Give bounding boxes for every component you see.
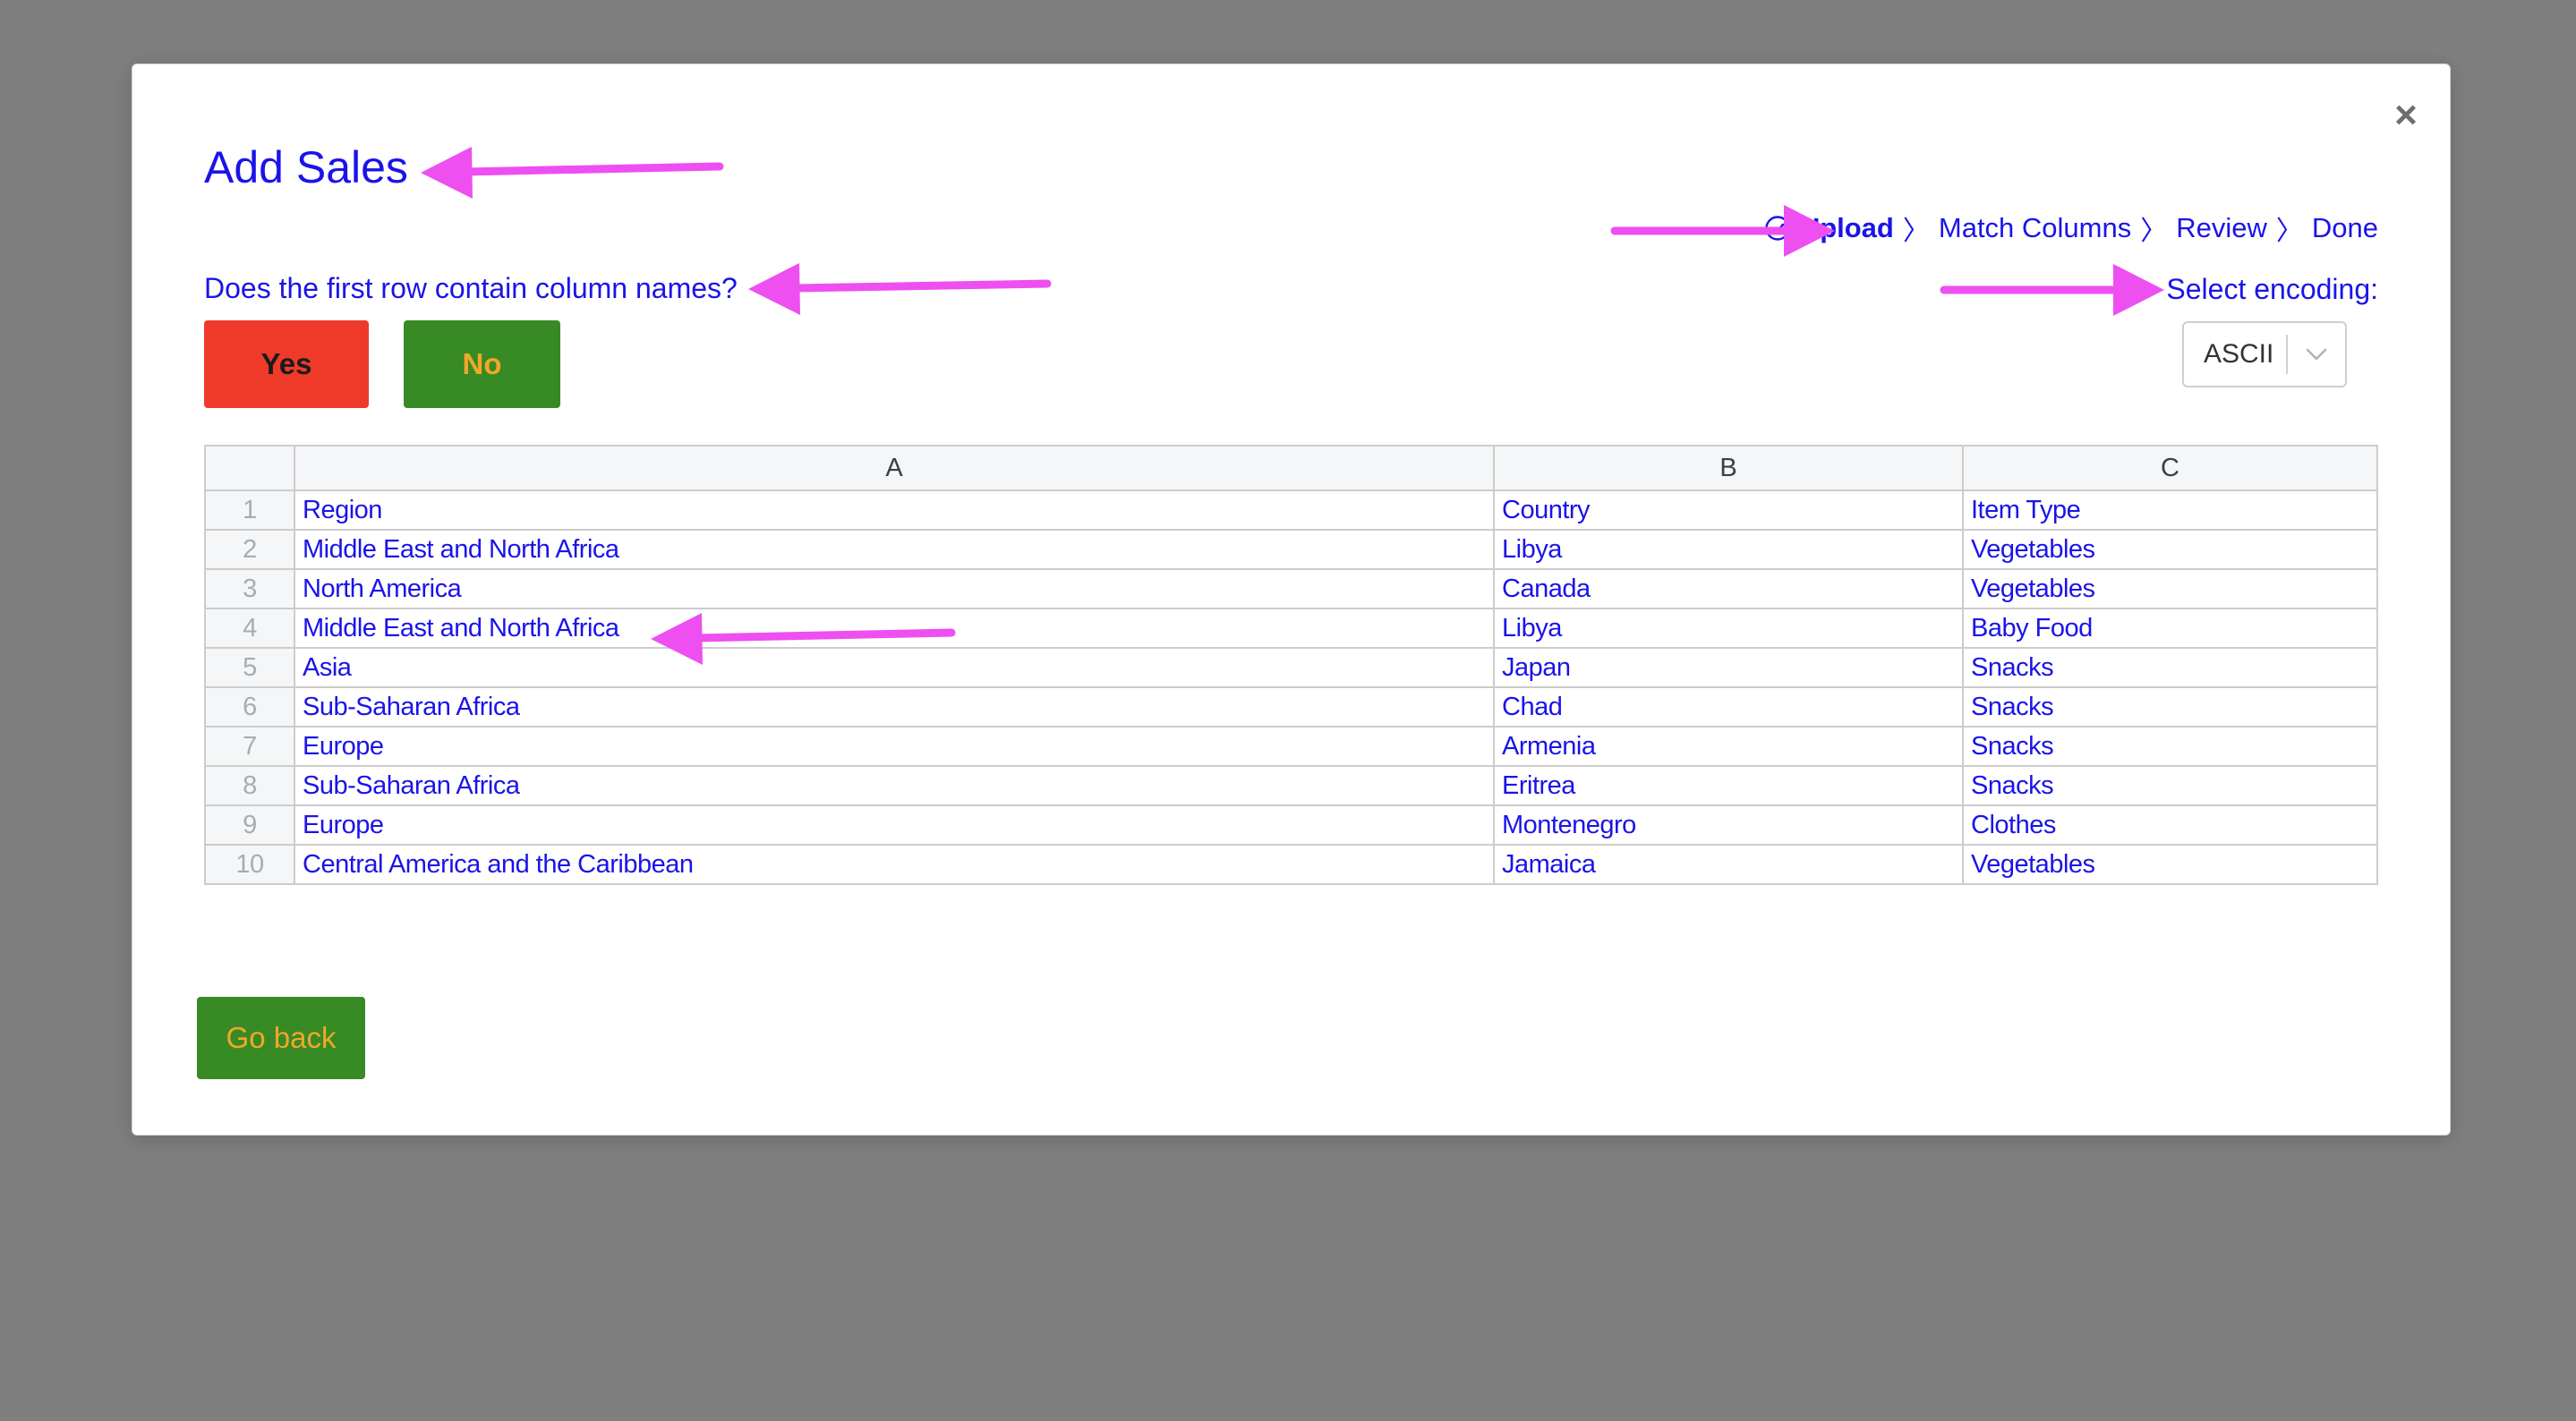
dialog-title: Add Sales <box>204 142 408 192</box>
cell-item-type: Item Type <box>1962 489 2378 531</box>
row-number: 10 <box>204 844 295 885</box>
cell-region: Sub-Saharan Africa <box>294 686 1495 728</box>
row-number: 9 <box>204 804 295 846</box>
cell-item-type: Baby Food <box>1962 608 2378 649</box>
cell-item-type: Snacks <box>1962 647 2378 688</box>
cell-country: Jamaica <box>1493 844 1964 885</box>
chevron-down-icon[interactable] <box>2288 322 2345 387</box>
step-upload: Upload <box>1799 212 1894 243</box>
cell-region: Asia <box>294 647 1495 688</box>
step-review: Review <box>2176 212 2267 243</box>
table-corner <box>204 445 295 491</box>
encoding-label: Select encoding: <box>2166 273 2378 305</box>
cell-region: Europe <box>294 726 1495 767</box>
cell-country: Libya <box>1493 608 1964 649</box>
cell-item-type: Vegetables <box>1962 568 2378 609</box>
go-back-button[interactable]: Go back <box>197 997 365 1079</box>
cell-country: Chad <box>1493 686 1964 728</box>
table-header-row: A B C <box>204 445 2378 491</box>
column-header-b: B <box>1493 445 1964 491</box>
table-row: 2 Middle East and North Africa Libya Veg… <box>204 529 2378 570</box>
cell-region: Sub-Saharan Africa <box>294 765 1495 806</box>
cell-country: Armenia <box>1493 726 1964 767</box>
cell-region: North America <box>294 568 1495 609</box>
table-row: 1 Region Country Item Type <box>204 489 2378 531</box>
row-number: 5 <box>204 647 295 688</box>
cell-item-type: Snacks <box>1962 686 2378 728</box>
cell-country: Eritrea <box>1493 765 1964 806</box>
cell-item-type: Clothes <box>1962 804 2378 846</box>
table-row: 3 North America Canada Vegetables <box>204 568 2378 609</box>
cell-item-type: Snacks <box>1962 765 2378 806</box>
cell-region: Region <box>294 489 1495 531</box>
data-preview-table: A B C 1 Region Country Item Type 2 Middl… <box>204 445 2378 885</box>
cell-country: Libya <box>1493 529 1964 570</box>
cell-country: Montenegro <box>1493 804 1964 846</box>
row-number: 1 <box>204 489 295 531</box>
cell-item-type: Snacks <box>1962 726 2378 767</box>
step-done: Done <box>2311 212 2378 243</box>
cell-region: Central America and the Caribbean <box>294 844 1495 885</box>
step-separator: 〉 <box>2275 217 2303 246</box>
step-separator: 〉 <box>2140 217 2168 246</box>
table-row: 7 Europe Armenia Snacks <box>204 726 2378 767</box>
table-row: 4 Middle East and North Africa Libya Bab… <box>204 608 2378 649</box>
close-icon[interactable]: × <box>2381 90 2431 140</box>
cell-region: Europe <box>294 804 1495 846</box>
yes-button[interactable]: Yes <box>204 320 369 408</box>
cell-region: Middle East and North Africa <box>294 529 1495 570</box>
table-row: 9 Europe Montenegro Clothes <box>204 804 2378 846</box>
row-number: 4 <box>204 608 295 649</box>
step-match-columns: Match Columns <box>1938 212 2132 243</box>
encoding-value: ASCII <box>2204 339 2274 369</box>
table-row: 5 Asia Japan Snacks <box>204 647 2378 688</box>
step-indicator: Upload 〉 Match Columns 〉 Review 〉 Done <box>1765 208 2378 249</box>
encoding-select[interactable]: ASCII <box>2182 321 2347 387</box>
no-button[interactable]: No <box>404 320 560 408</box>
cell-item-type: Vegetables <box>1962 844 2378 885</box>
cell-country: Country <box>1493 489 1964 531</box>
row-number: 8 <box>204 765 295 806</box>
cell-region: Middle East and North Africa <box>294 608 1495 649</box>
column-header-a: A <box>294 445 1495 491</box>
cell-item-type: Vegetables <box>1962 529 2378 570</box>
check-circle-icon <box>1764 215 1791 242</box>
table-row: 10 Central America and the Caribbean Jam… <box>204 844 2378 885</box>
cell-country: Canada <box>1493 568 1964 609</box>
row-number: 2 <box>204 529 295 570</box>
row-number: 7 <box>204 726 295 767</box>
cell-country: Japan <box>1493 647 1964 688</box>
header-row-question: Does the first row contain column names? <box>204 272 738 304</box>
row-number: 6 <box>204 686 295 728</box>
row-number: 3 <box>204 568 295 609</box>
table-row: 6 Sub-Saharan Africa Chad Snacks <box>204 686 2378 728</box>
table-row: 8 Sub-Saharan Africa Eritrea Snacks <box>204 765 2378 806</box>
column-header-c: C <box>1962 445 2378 491</box>
step-separator: 〉 <box>1902 217 1930 246</box>
